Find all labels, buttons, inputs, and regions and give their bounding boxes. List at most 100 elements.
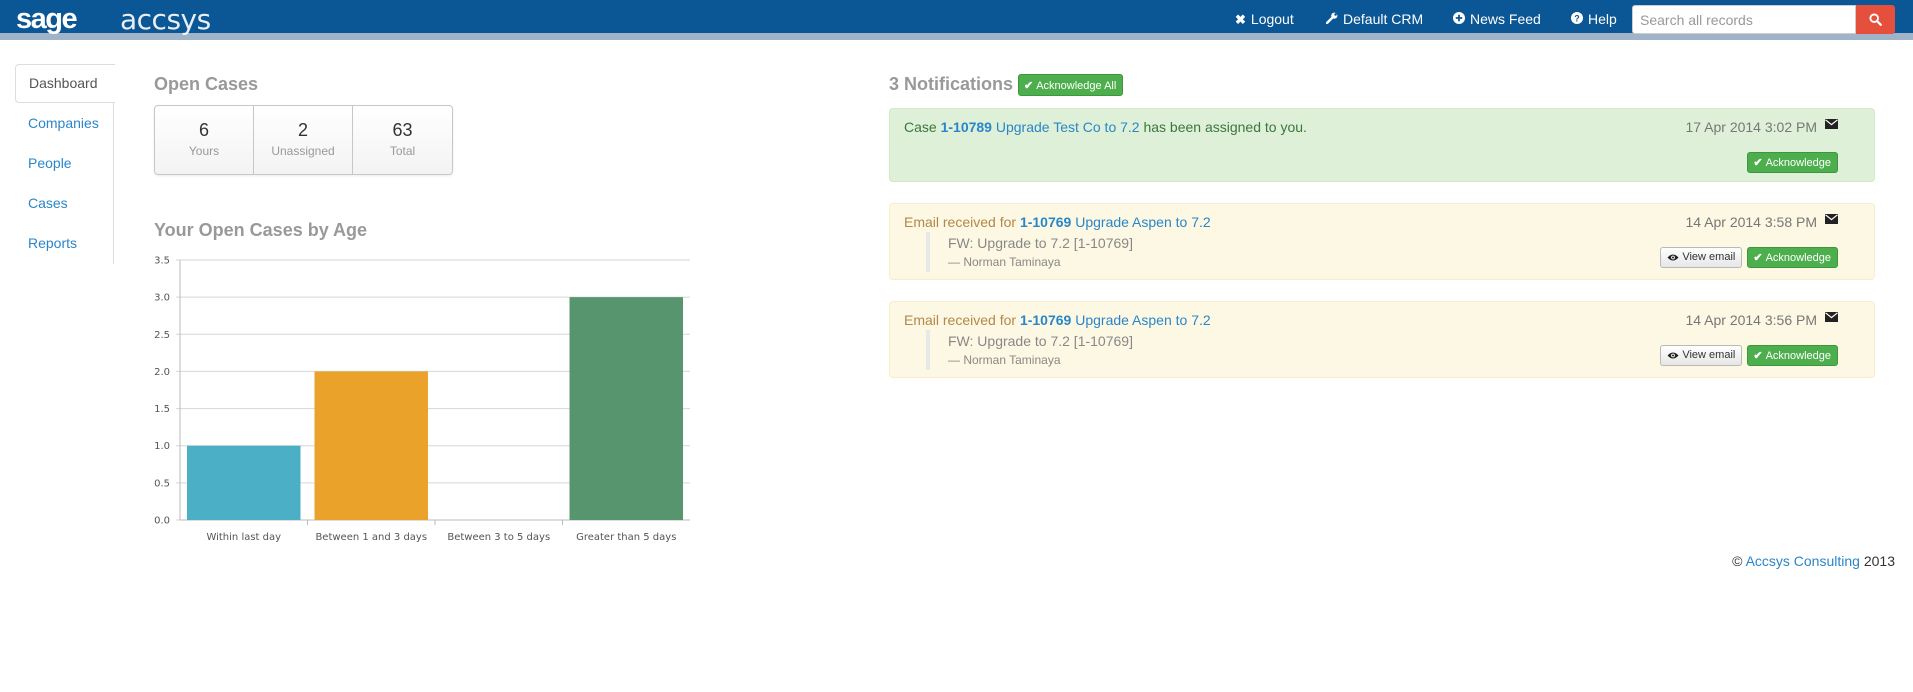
email-quote: FW: Upgrade to 7.2 [1-10769] — Norman Ta…: [926, 232, 1133, 272]
top-navbar: sage accsys ✖ Logout Default CRM News Fee…: [0, 0, 1913, 40]
check-icon: ✔: [1024, 80, 1034, 92]
stat-label: Unassigned: [271, 144, 335, 158]
sidebar-item-people[interactable]: People: [15, 143, 115, 183]
stat-total[interactable]: 63 Total: [353, 106, 452, 174]
check-icon: ✔: [1753, 350, 1763, 362]
y-tick-label: 0.0: [154, 516, 170, 527]
email-quote: FW: Upgrade to 7.2 [1-10769] — Norman Ta…: [926, 330, 1133, 370]
eye-icon: [1667, 254, 1679, 261]
notification-case-assigned: Case 1-10789 Upgrade Test Co to 7.2 has …: [889, 108, 1875, 182]
email-subject: FW: Upgrade to 7.2 [1-10769]: [948, 333, 1133, 349]
default-crm-label: Default CRM: [1343, 11, 1424, 27]
y-tick-label: 3.5: [154, 256, 170, 267]
sidebar-item-companies[interactable]: Companies: [15, 103, 115, 143]
view-email-label: View email: [1682, 251, 1736, 263]
logout-label: Logout: [1250, 11, 1294, 27]
notification-message: Case 1-10789 Upgrade Test Co to 7.2 has …: [904, 119, 1307, 135]
email-sender: — Norman Taminaya: [948, 255, 1061, 269]
copyright-year: 2013: [1863, 553, 1895, 569]
accsys-logo[interactable]: accsys: [120, 3, 211, 36]
x-tick-label: Between 3 to 5 days: [447, 532, 550, 543]
y-tick-label: 3.0: [154, 293, 170, 304]
eye-icon: [1667, 352, 1679, 359]
acknowledge-label: Acknowledge: [1765, 350, 1831, 362]
search-icon: [1869, 13, 1882, 26]
notification-email-received: Email received for 1-10769 Upgrade Aspen…: [889, 301, 1875, 378]
y-tick-label: 2.5: [154, 330, 170, 341]
notifications-heading: 3 Notifications: [889, 74, 1014, 94]
notification-prefix: Email received for: [904, 214, 1020, 230]
view-email-label: View email: [1682, 349, 1736, 361]
notification-date: 14 Apr 2014 3:58 PM: [1685, 214, 1817, 230]
case-title-link[interactable]: Upgrade Aspen to 7.2: [1075, 214, 1210, 230]
x-tick-label: Between 1 and 3 days: [315, 532, 427, 543]
view-email-button[interactable]: View email: [1660, 345, 1743, 366]
notification-prefix: Email received for: [904, 312, 1020, 328]
notification-date: 14 Apr 2014 3:56 PM: [1685, 312, 1817, 328]
case-title-link[interactable]: Upgrade Test Co to 7.2: [996, 119, 1140, 135]
view-email-button[interactable]: View email: [1660, 247, 1743, 268]
sidebar-item-reports[interactable]: Reports: [15, 223, 115, 263]
stat-value: 63: [392, 120, 413, 140]
search-box: [1632, 5, 1895, 34]
notification-prefix: Case: [904, 119, 941, 135]
check-icon: ✔: [1753, 157, 1763, 169]
help-link[interactable]: ? Help: [1571, 11, 1617, 27]
notification-message: Email received for 1-10769 Upgrade Aspen…: [904, 214, 1211, 230]
notification-suffix: has been assigned to you.: [1139, 119, 1307, 135]
wrench-icon: [1325, 12, 1338, 27]
notification-message: Email received for 1-10769 Upgrade Aspen…: [904, 312, 1211, 328]
y-tick-label: 0.5: [154, 478, 170, 489]
case-title-link[interactable]: Upgrade Aspen to 7.2: [1075, 312, 1210, 328]
y-tick-label: 1.5: [154, 404, 170, 415]
sage-logo[interactable]: sage: [16, 3, 78, 36]
bar: [314, 371, 428, 520]
stat-value: 6: [198, 120, 209, 140]
bar: [569, 297, 683, 520]
search-button[interactable]: [1856, 5, 1895, 34]
copyright-symbol: ©: [1732, 553, 1743, 569]
acknowledge-all-button[interactable]: ✔ Acknowledge All: [1018, 74, 1124, 96]
acknowledge-label: Acknowledge: [1765, 252, 1831, 264]
acknowledge-label: Acknowledge: [1765, 157, 1831, 169]
stat-yours[interactable]: 6 Yours: [155, 106, 254, 174]
envelope-icon: [1825, 214, 1838, 224]
search-input[interactable]: [1632, 5, 1856, 34]
notification-date: 17 Apr 2014 3:02 PM: [1685, 119, 1817, 135]
age-bar-chart: 0.0 0.5 1.0 1.5 2.0 2.5 3.0 3.5 Within last day B…: [154, 256, 690, 543]
open-cases-stats: 6 Yours 2 Unassigned 63 Total: [154, 105, 453, 175]
case-id-link[interactable]: 1-10769: [1020, 214, 1071, 230]
notification-email-received: Email received for 1-10769 Upgrade Aspen…: [889, 203, 1875, 280]
envelope-icon: [1825, 119, 1838, 129]
acknowledge-all-label: Acknowledge All: [1036, 80, 1117, 92]
acknowledge-button[interactable]: ✔ Acknowledge: [1747, 345, 1838, 366]
stat-label: Total: [389, 144, 416, 158]
acknowledge-button[interactable]: ✔ Acknowledge: [1747, 247, 1838, 268]
plus-circle-icon: [1453, 12, 1465, 27]
sidebar-item-cases[interactable]: Cases: [15, 183, 115, 223]
age-chart-title: Your Open Cases by Age: [154, 220, 368, 240]
notification-actions: View email ✔ Acknowledge: [1660, 345, 1838, 366]
y-tick-label: 1.0: [154, 441, 170, 452]
email-sender: — Norman Taminaya: [948, 353, 1061, 367]
sidebar-item-dashboard[interactable]: Dashboard: [15, 64, 115, 103]
acknowledge-button[interactable]: ✔ Acknowledge: [1747, 152, 1838, 173]
stat-value: 2: [297, 120, 308, 140]
case-id-link[interactable]: 1-10769: [1020, 312, 1071, 328]
email-subject: FW: Upgrade to 7.2 [1-10769]: [948, 235, 1133, 251]
logout-link[interactable]: ✖ Logout: [1235, 11, 1294, 28]
help-label: Help: [1588, 11, 1617, 27]
company-link[interactable]: Accsys Consulting: [1746, 553, 1860, 569]
stat-unassigned[interactable]: 2 Unassigned: [254, 106, 353, 174]
sidebar-nav: Dashboard Companies People Cases Reports: [15, 64, 115, 263]
news-feed-label: News Feed: [1470, 11, 1541, 27]
default-crm-link[interactable]: Default CRM: [1325, 11, 1424, 27]
bar: [187, 445, 301, 520]
case-id-link[interactable]: 1-10789: [941, 119, 992, 135]
envelope-icon: [1825, 312, 1838, 322]
check-icon: ✔: [1753, 252, 1763, 264]
stat-label: Yours: [188, 144, 220, 158]
news-feed-link[interactable]: News Feed: [1453, 11, 1541, 27]
notification-actions: ✔ Acknowledge: [1747, 152, 1838, 173]
x-tick-label: Greater than 5 days: [576, 532, 676, 543]
